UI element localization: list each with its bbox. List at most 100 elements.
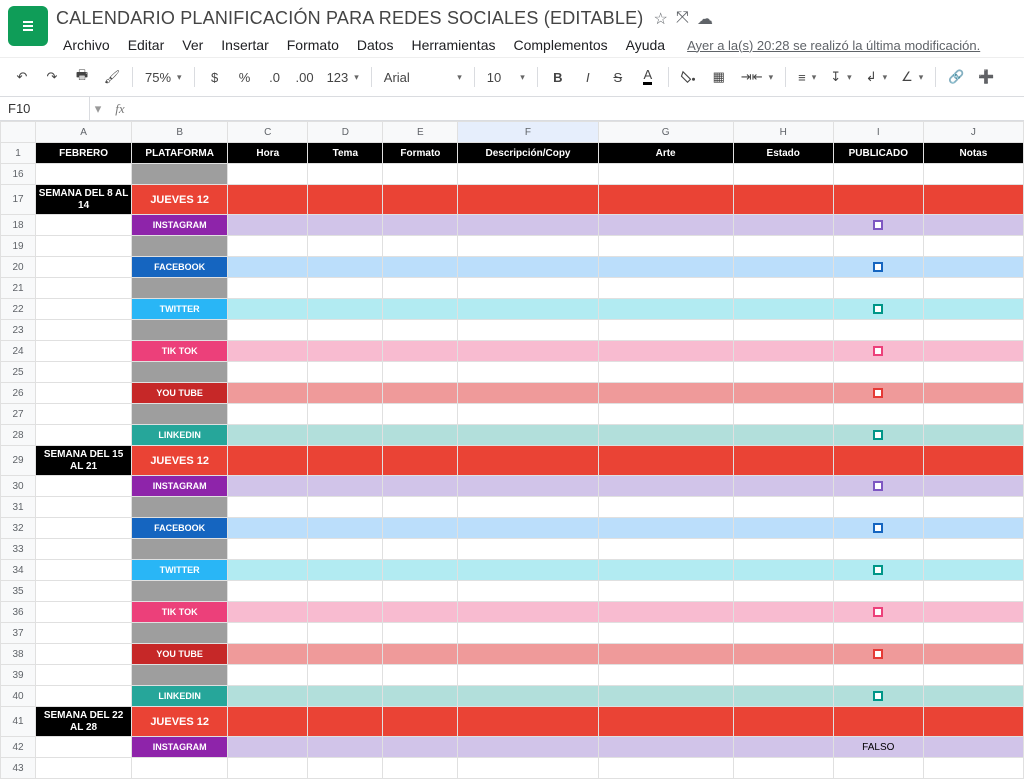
- cell-G31[interactable]: [598, 497, 733, 518]
- undo-icon[interactable]: ↶: [8, 63, 36, 91]
- col-H[interactable]: H: [733, 122, 833, 143]
- cell-A25[interactable]: [36, 362, 132, 383]
- cell-D39[interactable]: [308, 665, 383, 686]
- cell-G35[interactable]: [598, 581, 733, 602]
- cell-A27[interactable]: [36, 404, 132, 425]
- cell-G32[interactable]: [598, 518, 733, 539]
- cell-G30[interactable]: [598, 476, 733, 497]
- cell-H42[interactable]: [733, 737, 833, 758]
- cell-A18[interactable]: [36, 215, 132, 236]
- cell-J16[interactable]: [923, 164, 1023, 185]
- menu-editar[interactable]: Editar: [121, 33, 172, 57]
- cell-C42[interactable]: [228, 737, 308, 758]
- row-32[interactable]: 32: [1, 518, 36, 539]
- cell-A19[interactable]: [36, 236, 132, 257]
- dec-decrease-icon[interactable]: .0: [261, 63, 289, 91]
- cell-B21[interactable]: [132, 278, 228, 299]
- cell-F37[interactable]: [458, 623, 598, 644]
- cell-B34[interactable]: TWITTER: [132, 560, 228, 581]
- header-G[interactable]: Arte: [598, 143, 733, 164]
- cell-H24[interactable]: [733, 341, 833, 362]
- cell-B26[interactable]: YOU TUBE: [132, 383, 228, 404]
- cell-I41[interactable]: [833, 707, 923, 737]
- cell-C36[interactable]: [228, 602, 308, 623]
- row-38[interactable]: 38: [1, 644, 36, 665]
- checkbox-publicado[interactable]: [873, 565, 883, 575]
- row-41[interactable]: 41: [1, 707, 36, 737]
- col-B[interactable]: B: [132, 122, 228, 143]
- comment-icon[interactable]: ➕: [972, 63, 1000, 91]
- cell-E33[interactable]: [383, 539, 458, 560]
- cell-A38[interactable]: [36, 644, 132, 665]
- cell-G33[interactable]: [598, 539, 733, 560]
- cell-G28[interactable]: [598, 425, 733, 446]
- cell-B18[interactable]: INSTAGRAM: [132, 215, 228, 236]
- cell-A39[interactable]: [36, 665, 132, 686]
- header-I[interactable]: PUBLICADO: [833, 143, 923, 164]
- cell-D35[interactable]: [308, 581, 383, 602]
- row-27[interactable]: 27: [1, 404, 36, 425]
- cell-F36[interactable]: [458, 602, 598, 623]
- cell-B35[interactable]: [132, 581, 228, 602]
- cell-A33[interactable]: [36, 539, 132, 560]
- cell-G37[interactable]: [598, 623, 733, 644]
- row-21[interactable]: 21: [1, 278, 36, 299]
- cell-C31[interactable]: [228, 497, 308, 518]
- cell-J28[interactable]: [923, 425, 1023, 446]
- cell-B43[interactable]: [132, 758, 228, 779]
- col-I[interactable]: I: [833, 122, 923, 143]
- cell-D32[interactable]: [308, 518, 383, 539]
- row-43[interactable]: 43: [1, 758, 36, 779]
- cell-I29[interactable]: [833, 446, 923, 476]
- cell-E24[interactable]: [383, 341, 458, 362]
- cell-F24[interactable]: [458, 341, 598, 362]
- cell-J39[interactable]: [923, 665, 1023, 686]
- fill-color-icon[interactable]: [675, 63, 703, 91]
- print-icon[interactable]: 🖶: [68, 63, 96, 91]
- checkbox-publicado[interactable]: [873, 262, 883, 272]
- cell-H16[interactable]: [733, 164, 833, 185]
- cell-E41[interactable]: [383, 707, 458, 737]
- cell-D22[interactable]: [308, 299, 383, 320]
- checkbox-publicado[interactable]: [873, 649, 883, 659]
- cell-F33[interactable]: [458, 539, 598, 560]
- header-E[interactable]: Formato: [383, 143, 458, 164]
- cell-D25[interactable]: [308, 362, 383, 383]
- col-A[interactable]: A: [36, 122, 132, 143]
- cell-G38[interactable]: [598, 644, 733, 665]
- cell-I24[interactable]: [833, 341, 923, 362]
- cell-F28[interactable]: [458, 425, 598, 446]
- cell-B20[interactable]: FACEBOOK: [132, 257, 228, 278]
- cell-G21[interactable]: [598, 278, 733, 299]
- cell-B24[interactable]: TIK TOK: [132, 341, 228, 362]
- cell-D21[interactable]: [308, 278, 383, 299]
- cell-D30[interactable]: [308, 476, 383, 497]
- wrap-icon[interactable]: ↲▾: [860, 63, 893, 91]
- cell-F26[interactable]: [458, 383, 598, 404]
- dec-increase-icon[interactable]: .00: [291, 63, 319, 91]
- cell-I25[interactable]: [833, 362, 923, 383]
- cell-E16[interactable]: [383, 164, 458, 185]
- cell-E39[interactable]: [383, 665, 458, 686]
- cell-C28[interactable]: [228, 425, 308, 446]
- more-formats[interactable]: 123▾: [321, 63, 365, 91]
- cell-G25[interactable]: [598, 362, 733, 383]
- menu-formato[interactable]: Formato: [280, 33, 346, 57]
- cell-D31[interactable]: [308, 497, 383, 518]
- cell-C35[interactable]: [228, 581, 308, 602]
- header-C[interactable]: Hora: [228, 143, 308, 164]
- cell-C19[interactable]: [228, 236, 308, 257]
- menu-ver[interactable]: Ver: [175, 33, 210, 57]
- cell-F29[interactable]: [458, 446, 598, 476]
- cell-H39[interactable]: [733, 665, 833, 686]
- cell-H18[interactable]: [733, 215, 833, 236]
- cell-J26[interactable]: [923, 383, 1023, 404]
- strike-icon[interactable]: S: [604, 63, 632, 91]
- cell-D24[interactable]: [308, 341, 383, 362]
- cell-F21[interactable]: [458, 278, 598, 299]
- cell-E21[interactable]: [383, 278, 458, 299]
- cell-H28[interactable]: [733, 425, 833, 446]
- cell-J31[interactable]: [923, 497, 1023, 518]
- halign-icon[interactable]: ≡▾: [792, 63, 822, 91]
- cell-H43[interactable]: [733, 758, 833, 779]
